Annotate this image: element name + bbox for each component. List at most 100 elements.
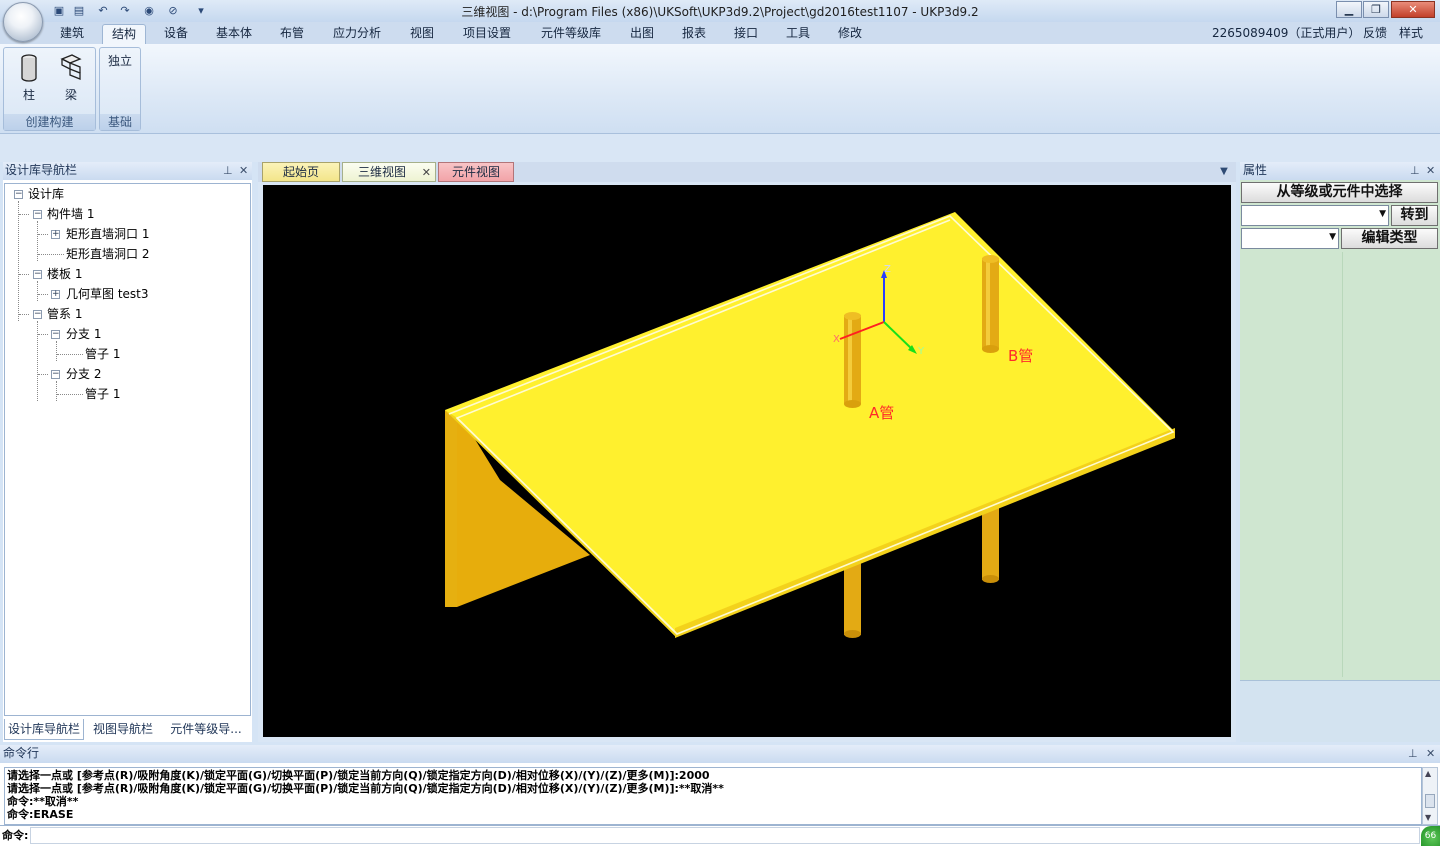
tab-equipment[interactable]: 设备 [156,24,196,44]
independent-foundation-button[interactable]: 独立 [102,52,138,70]
tab-report[interactable]: 报表 [674,24,714,44]
pipe-a-lower [844,560,861,635]
grade-select[interactable]: ▼ [1241,205,1389,226]
feedback-link[interactable]: 反馈 [1358,24,1392,44]
tab-architecture[interactable]: 建筑 [52,24,92,44]
pipe-a-end [844,630,861,638]
properties-panel [1240,162,1440,742]
wall-front-face [445,410,457,607]
scroll-down-icon[interactable]: ▼ [1425,813,1431,822]
tree-toggle[interactable]: + [51,230,60,239]
pipe-a-upper [844,315,861,404]
scroll-thumb[interactable] [1425,794,1435,808]
tab-component-library[interactable]: 元件等级库 [534,24,608,44]
application-menu-button[interactable] [3,2,43,42]
tab-list-dropdown-icon[interactable]: ▼ [1216,162,1232,182]
tree-item[interactable]: 设计库 [28,186,64,202]
tree-item[interactable]: 管子 1 [85,386,120,402]
tab-piping[interactable]: 布管 [272,24,312,44]
close-icon[interactable]: ✕ [1426,745,1435,762]
tab-drawing[interactable]: 出图 [622,24,662,44]
pin-icon[interactable]: ⊥ [223,162,233,179]
tab-project-settings[interactable]: 项目设置 [456,24,518,44]
doc-tab-component-view[interactable]: 元件视图 [438,162,514,182]
panel-title: 设计库导航栏 [5,163,78,177]
restore-icon: ❐ [1371,3,1381,16]
scroll-up-icon[interactable]: ▲ [1425,769,1431,778]
ribbon-bottom-strip [0,134,1440,162]
tree-item[interactable]: 管系 1 [47,306,82,322]
restore-button[interactable]: ❐ [1363,1,1389,18]
tree-toggle[interactable]: − [33,210,42,219]
group-label-foundation: 基础 [100,114,140,130]
doc-tab-start-page[interactable]: 起始页 [262,162,340,182]
tab-view-nav[interactable]: 视图导航栏 [86,719,160,740]
pipe-b-label: B管 [1008,347,1033,365]
tab-view[interactable]: 视图 [402,24,442,44]
tree-item[interactable]: 几何草图 test3 [66,286,149,302]
y-axis-label: Y [917,346,925,357]
column-button[interactable]: 柱 [12,50,46,104]
tab-component-grade-nav[interactable]: 元件等级导... [164,719,248,740]
pipe-b-end [982,575,999,583]
tab-primitives[interactable]: 基本体 [208,24,260,44]
style-menu[interactable]: 样式 [1394,24,1428,44]
minimize-button[interactable]: ▁ [1336,1,1362,18]
command-history: 请选择一点或 [参考点(R)/吸附角度(K)/锁定平面(G)/切换平面(P)/锁… [4,767,1422,825]
window-title: 三维视图 - d:\Program Files (x86)\UKSoft\UKP… [461,5,979,19]
3d-viewport[interactable]: Z X Y A管 B管 [263,185,1231,737]
tab-design-library-nav[interactable]: 设计库导航栏 [4,719,84,740]
tree-item[interactable]: 楼板 1 [47,266,82,282]
3d-scene: Z X Y A管 B管 [263,185,1231,737]
pin-icon[interactable]: ⊥ [1410,162,1420,179]
command-input[interactable] [30,827,1420,844]
tree-item[interactable]: 构件墙 1 [47,206,94,222]
tab-stress-analysis[interactable]: 应力分析 [326,24,388,44]
z-axis-label: Z [884,264,891,275]
tree-toggle[interactable]: − [51,370,60,379]
pipe-a-label: A管 [869,404,894,422]
doc-tab-3d-view[interactable]: 三维视图 ✕ [342,162,436,182]
tree-item[interactable]: 矩形直墙洞口 1 [66,226,149,242]
goto-button[interactable]: 转到 [1391,205,1438,226]
ribbon-panel [0,44,1440,134]
tab-tools[interactable]: 工具 [778,24,818,44]
edit-type-button[interactable]: 编辑类型 [1341,228,1438,249]
pipe-b-top [982,255,999,263]
tree-item[interactable]: 矩形直墙洞口 2 [66,246,149,262]
pin-icon[interactable]: ⊥ [1408,745,1418,762]
type-select[interactable]: ▼ [1241,228,1339,249]
minimize-icon: ▁ [1344,3,1354,16]
command-history-scrollbar[interactable]: ▲ ▼ [1422,767,1438,825]
tree-item[interactable]: 分支 2 [66,366,101,382]
tab-structure[interactable]: 结构 [102,24,146,44]
user-account[interactable]: 2265089409（正式用户） [1212,24,1360,44]
beam-button[interactable]: 梁 [54,50,88,104]
tree-toggle[interactable]: − [33,270,42,279]
tree-toggle[interactable]: − [51,330,60,339]
command-input-row[interactable]: 命令: 66 [0,825,1440,846]
close-button[interactable]: ✕ [1391,1,1435,18]
tree-toggle[interactable]: − [14,190,23,199]
close-icon[interactable]: ✕ [1426,162,1435,179]
pipe-a-top [844,312,861,320]
x-axis-label: X [833,334,840,345]
tree-toggle[interactable]: − [33,310,42,319]
design-library-tree: − 设计库 − 构件墙 1 + 矩形直墙洞口 1 矩形直墙洞口 2 − 楼板 1… [4,183,251,716]
command-panel-header: 命令行 ⊥ ✕ [0,745,1440,763]
beam-button-label: 梁 [64,88,77,102]
command-history-line: 请选择一点或 [参考点(R)/吸附角度(K)/锁定平面(G)/切换平面(P)/锁… [7,782,724,795]
document-tab-bar: 起始页 三维视图 ✕ 元件视图 ▼ [258,162,1236,182]
status-badge: 66 [1421,826,1440,846]
tab-modify[interactable]: 修改 [830,24,870,44]
close-icon[interactable]: ✕ [239,162,248,179]
column-button-label: 柱 [22,88,35,102]
design-library-panel-header: 设计库导航栏 ⊥ ✕ [3,162,252,180]
select-from-grade-or-component-button[interactable]: 从等级或元件中选择 [1241,182,1438,203]
tab-interface[interactable]: 接口 [726,24,766,44]
tab-close-icon[interactable]: ✕ [422,163,431,182]
panel-title: 命令行 [3,746,40,760]
tree-item[interactable]: 分支 1 [66,326,101,342]
tree-item[interactable]: 管子 1 [85,346,120,362]
tree-toggle[interactable]: + [51,290,60,299]
